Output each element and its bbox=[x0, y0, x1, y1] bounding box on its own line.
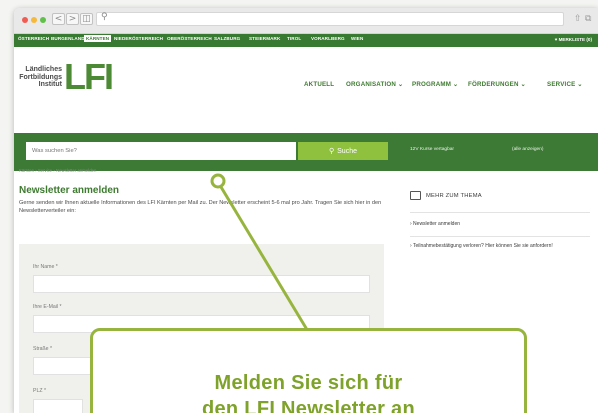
callout-box: Melden Sie sich für den LFI Newsletter a… bbox=[90, 328, 527, 413]
callout-line-2: den LFI Newsletter an bbox=[201, 398, 415, 413]
pointer-line bbox=[219, 185, 308, 330]
callout-line-1: Melden Sie sich für bbox=[214, 372, 403, 394]
stage: < > ◫ ⚲ ⇧ ⧉ ÖSTERREICH BURGENLAND KÄRNTE… bbox=[0, 0, 598, 413]
callout-text: Melden Sie sich für den LFI Newsletter a… bbox=[93, 370, 524, 413]
pointer-dot bbox=[210, 173, 226, 189]
